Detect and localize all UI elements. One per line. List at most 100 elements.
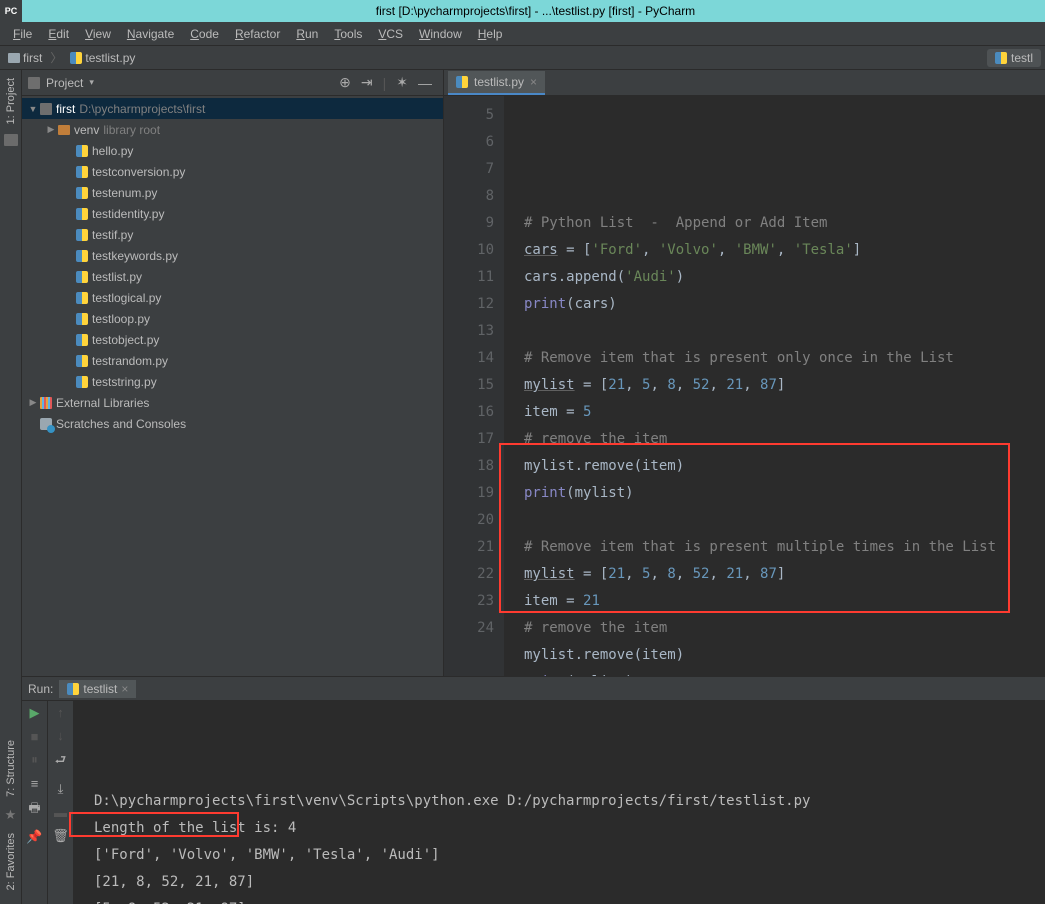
- left-tool-strip: 1: Project: [0, 70, 22, 270]
- py-icon: [76, 166, 88, 178]
- tree-item-scratches-and-consoles[interactable]: Scratches and Consoles: [22, 413, 443, 434]
- project-panel-title: Project: [46, 76, 83, 90]
- tree-item-testlist-py[interactable]: testlist.py: [22, 266, 443, 287]
- line-gutter: 56789101112131415161718192021222324: [444, 96, 504, 676]
- py-icon: [76, 376, 88, 388]
- tree-item-testconversion-py[interactable]: testconversion.py: [22, 161, 443, 182]
- gear-icon[interactable]: ✶: [391, 74, 413, 91]
- tree-item-testidentity-py[interactable]: testidentity.py: [22, 203, 443, 224]
- run-tab-label: testlist: [83, 682, 117, 696]
- py-icon: [76, 292, 88, 304]
- pin-icon[interactable]: 📌: [26, 829, 44, 845]
- py-icon: [76, 250, 88, 262]
- project-tool-tab[interactable]: 1: Project: [5, 74, 17, 128]
- menu-file[interactable]: File: [6, 25, 39, 43]
- tree-item-testlogical-py[interactable]: testlogical.py: [22, 287, 443, 308]
- breadcrumb-project-label: first: [23, 51, 42, 65]
- tool-icon[interactable]: [4, 134, 18, 146]
- structure-tool-tab[interactable]: 7: Structure: [5, 736, 17, 801]
- clear-icon[interactable]: ▬: [52, 805, 70, 820]
- close-icon[interactable]: ×: [121, 682, 128, 696]
- rerun-icon[interactable]: ▶: [26, 705, 44, 721]
- editor-tab-testlist[interactable]: testlist.py ×: [448, 71, 545, 95]
- tree-item-teststring-py[interactable]: teststring.py: [22, 371, 443, 392]
- project-icon: [28, 77, 40, 89]
- breadcrumb-file-label: testlist.py: [85, 51, 135, 65]
- run-label: Run:: [28, 682, 53, 696]
- scratch-icon: [40, 418, 52, 430]
- run-panel: Run: testlist × ▶ ■ ⏸ ≡ 🖶 📌 ↑: [22, 676, 1045, 904]
- menu-vcs[interactable]: VCS: [371, 25, 410, 43]
- window-title: first [D:\pycharmprojects\first] - ...\t…: [26, 4, 1045, 18]
- menu-window[interactable]: Window: [412, 25, 469, 43]
- breadcrumb-project[interactable]: first: [4, 51, 46, 65]
- tree-item-testloop-py[interactable]: testloop.py: [22, 308, 443, 329]
- tree-item-external-libraries[interactable]: ▶External Libraries: [22, 392, 443, 413]
- run-tab[interactable]: testlist ×: [59, 680, 136, 698]
- run-toolbar-primary: ▶ ■ ⏸ ≡ 🖶 📌: [22, 701, 48, 904]
- menu-bar: FileEditViewNavigateCodeRefactorRunTools…: [0, 22, 1045, 46]
- tree-item-venv[interactable]: ▶venvlibrary root: [22, 119, 443, 140]
- breadcrumb-file[interactable]: testlist.py: [66, 51, 139, 65]
- py-icon: [76, 271, 88, 283]
- layout-icon[interactable]: ≡: [26, 776, 44, 791]
- run-config-label: testl: [1011, 51, 1033, 65]
- python-icon: [995, 52, 1007, 64]
- menu-run[interactable]: Run: [289, 25, 325, 43]
- tree-item-testif-py[interactable]: testif.py: [22, 224, 443, 245]
- nav-bar: first 〉 testlist.py testl: [0, 46, 1045, 70]
- collapse-icon[interactable]: ⇥: [356, 74, 378, 91]
- python-icon: [456, 76, 468, 88]
- tree-item-testobject-py[interactable]: testobject.py: [22, 329, 443, 350]
- hide-icon[interactable]: —: [413, 75, 437, 91]
- pause-icon[interactable]: ⏸: [26, 752, 44, 768]
- print-icon[interactable]: 🖶: [26, 799, 44, 821]
- py-icon: [76, 208, 88, 220]
- tree-item-hello-py[interactable]: hello.py: [22, 140, 443, 161]
- separator: |: [378, 75, 392, 91]
- trash-icon[interactable]: 🗑: [52, 828, 70, 844]
- app-logo: PC: [0, 0, 22, 22]
- folder-lib-icon: [58, 125, 70, 135]
- stop-icon[interactable]: ■: [26, 729, 44, 744]
- breadcrumb-sep: 〉: [46, 49, 66, 66]
- menu-view[interactable]: View: [78, 25, 118, 43]
- menu-code[interactable]: Code: [183, 25, 226, 43]
- run-panel-header: Run: testlist ×: [22, 677, 1045, 701]
- py-icon: [76, 229, 88, 241]
- star-icon: ★: [5, 807, 17, 823]
- folder-icon: [8, 53, 20, 63]
- py-icon: [76, 187, 88, 199]
- menu-navigate[interactable]: Navigate: [120, 25, 181, 43]
- tree-item-testrandom-py[interactable]: testrandom.py: [22, 350, 443, 371]
- menu-refactor[interactable]: Refactor: [228, 25, 287, 43]
- editor-tabbar: testlist.py ×: [444, 70, 1045, 96]
- scrollend-icon[interactable]: ⤓: [52, 781, 70, 797]
- run-config-pill[interactable]: testl: [987, 49, 1041, 67]
- lib-icon: [40, 397, 52, 409]
- chevron-down-icon[interactable]: ▾: [89, 77, 94, 88]
- py-icon: [76, 334, 88, 346]
- python-icon: [67, 683, 79, 695]
- editor-panel: testlist.py × 56789101112131415161718192…: [444, 70, 1045, 676]
- favorites-tool-tab[interactable]: 2: Favorites: [5, 829, 17, 894]
- close-icon[interactable]: ×: [530, 75, 537, 89]
- menu-help[interactable]: Help: [471, 25, 510, 43]
- proj-icon: [40, 103, 52, 115]
- project-tree[interactable]: ▼firstD:\pycharmprojects\first▶venvlibra…: [22, 96, 443, 676]
- tree-item-first[interactable]: ▼firstD:\pycharmprojects\first: [22, 98, 443, 119]
- locate-icon[interactable]: ⊕: [334, 74, 356, 91]
- menu-tools[interactable]: Tools: [327, 25, 369, 43]
- up-icon[interactable]: ↑: [52, 705, 70, 720]
- tree-item-testkeywords-py[interactable]: testkeywords.py: [22, 245, 443, 266]
- code-area[interactable]: # Python List - Append or Add Itemcars =…: [504, 96, 1045, 676]
- editor-body[interactable]: 56789101112131415161718192021222324 # Py…: [444, 96, 1045, 676]
- wrap-icon[interactable]: ⮐: [52, 751, 70, 773]
- window-titlebar: PC first [D:\pycharmprojects\first] - ..…: [0, 0, 1045, 22]
- run-console[interactable]: D:\pycharmprojects\first\venv\Scripts\py…: [74, 701, 1045, 904]
- menu-edit[interactable]: Edit: [41, 25, 76, 43]
- editor-tab-label: testlist.py: [474, 75, 524, 89]
- tree-item-testenum-py[interactable]: testenum.py: [22, 182, 443, 203]
- down-icon[interactable]: ↓: [52, 728, 70, 743]
- project-panel: Project ▾ ⊕ ⇥ | ✶ — ▼firstD:\pycharmproj…: [22, 70, 444, 676]
